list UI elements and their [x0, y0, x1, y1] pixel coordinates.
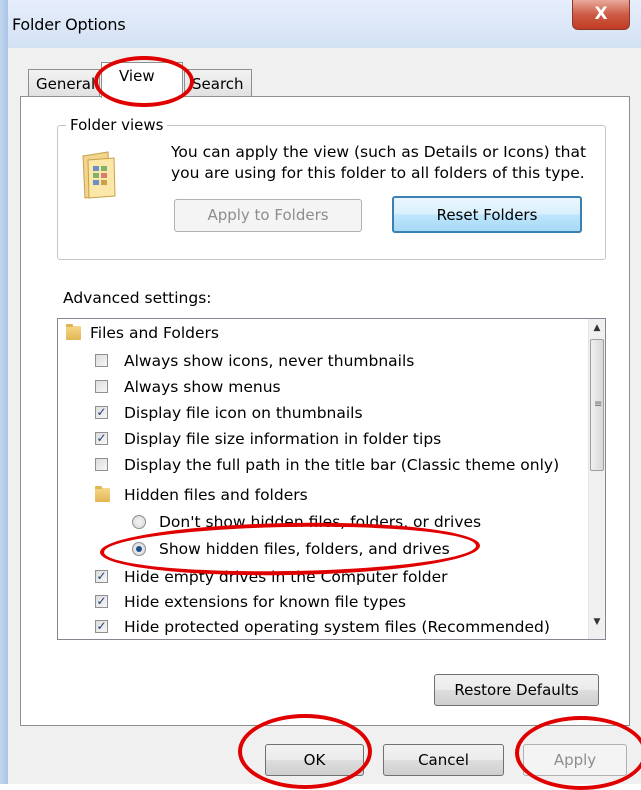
folder-views-icon	[82, 151, 116, 199]
checkbox[interactable]	[95, 354, 108, 367]
checkbox-checked[interactable]: ✓	[95, 570, 108, 583]
close-icon: X	[594, 4, 608, 24]
folder-views-label: Folder views	[66, 116, 168, 134]
list-item-label[interactable]: Always show icons, never thumbnails	[124, 349, 414, 373]
list-item-label[interactable]: Show hidden files, folders, and drives	[159, 537, 450, 561]
list-item-label: Hidden files and folders	[124, 486, 308, 504]
reset-folders-button[interactable]: Reset Folders	[392, 196, 582, 233]
advanced-settings-label: Advanced settings:	[63, 289, 212, 307]
folder-icon	[66, 324, 81, 340]
list-item-label[interactable]: Don't show hidden files, folders, or dri…	[159, 510, 481, 534]
list-item-label[interactable]: Hide empty drives in the Computer folder	[124, 565, 448, 589]
list-item-label[interactable]: Display the full path in the title bar (…	[124, 453, 559, 477]
checkbox[interactable]	[95, 380, 108, 393]
cancel-button[interactable]: Cancel	[383, 744, 504, 776]
folder-views-description-line1: You can apply the view (such as Details …	[171, 143, 587, 161]
checkbox-checked[interactable]: ✓	[95, 406, 108, 419]
advanced-settings-list[interactable]: Files and Folders Always show icons, nev…	[57, 318, 606, 640]
list-item-label: Files and Folders	[90, 324, 220, 342]
folder-icon	[95, 486, 110, 502]
vertical-scrollbar[interactable]: ▲ ≡ ▼	[588, 319, 605, 639]
apply-to-folders-button[interactable]: Apply to Folders	[174, 199, 362, 232]
list-item-label[interactable]: Hide protected operating system files (R…	[124, 615, 550, 639]
radio-button-selected[interactable]	[132, 542, 146, 556]
list-item-label[interactable]: Display file icon on thumbnails	[124, 401, 363, 425]
tab-general[interactable]: General	[28, 69, 100, 97]
checkbox[interactable]	[95, 458, 108, 471]
tab-view[interactable]: View	[101, 62, 183, 98]
apply-button[interactable]: Apply	[523, 744, 627, 776]
checkbox-checked[interactable]: ✓	[95, 620, 108, 633]
list-item-label[interactable]: Always show menus	[124, 375, 281, 399]
window-frame-left	[0, 0, 8, 784]
checkbox-checked[interactable]: ✓	[95, 432, 108, 445]
tab-search[interactable]: Search	[184, 69, 252, 97]
radio-button[interactable]	[132, 515, 146, 529]
scrollbar-thumb[interactable]: ≡	[590, 339, 604, 471]
scroll-up-icon[interactable]: ▲	[589, 323, 605, 333]
ok-button[interactable]: OK	[265, 744, 364, 776]
list-item-label[interactable]: Hide extensions for known file types	[124, 590, 406, 614]
scroll-down-icon[interactable]: ▼	[589, 617, 605, 627]
list-item-label[interactable]: Display file size information in folder …	[124, 427, 441, 451]
restore-defaults-button[interactable]: Restore Defaults	[434, 674, 599, 706]
folder-views-description-line2: you are using for this folder to all fol…	[171, 164, 585, 182]
window-title: Folder Options	[12, 15, 126, 34]
grip-icon: ≡	[594, 399, 603, 410]
close-button[interactable]: X	[572, 0, 630, 30]
checkbox-checked[interactable]: ✓	[95, 595, 108, 608]
